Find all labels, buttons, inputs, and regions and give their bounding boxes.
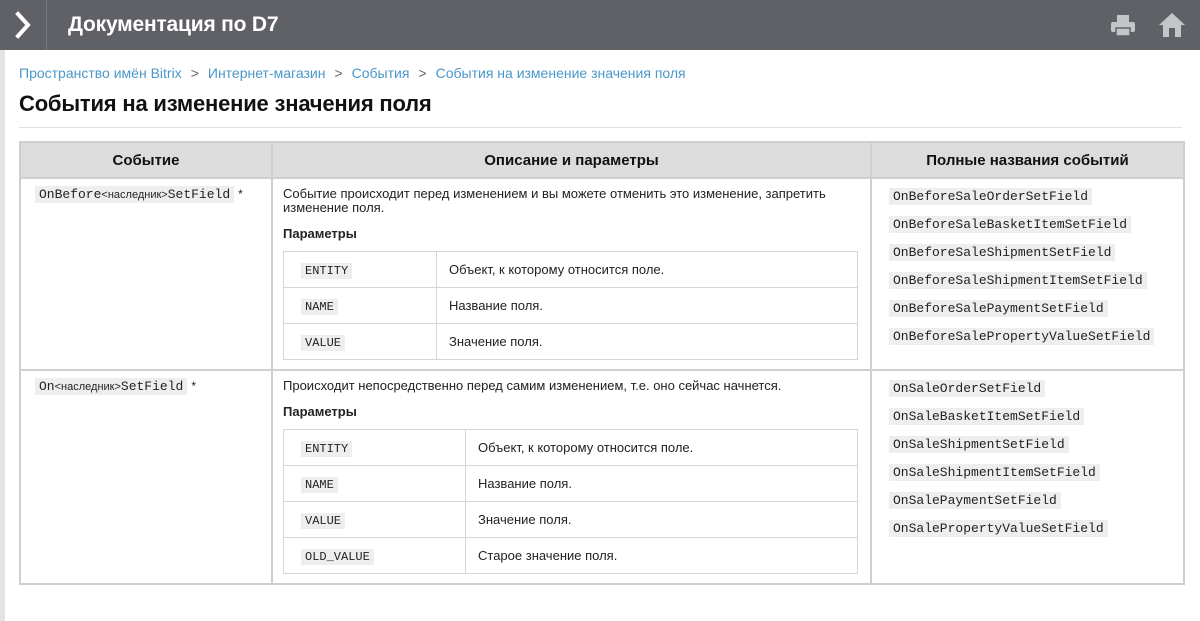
event-prefix: OnBefore — [39, 187, 102, 202]
description-cell: Событие происходит перед изменением и вы… — [273, 179, 870, 369]
param-name: ENTITY — [301, 440, 353, 457]
full-event-name: OnBeforeSaleOrderSetField — [889, 188, 1093, 205]
event-prefix: On — [39, 379, 55, 394]
title-divider — [19, 127, 1182, 128]
table-row: VALUE Значение поля. — [284, 324, 857, 359]
breadcrumb-link-bitrix[interactable]: Пространство имён Bitrix — [19, 65, 182, 81]
event-cell: On<наследник>SetField * — [21, 371, 271, 583]
full-event-name: OnSalePaymentSetField — [889, 492, 1061, 509]
param-name: ENTITY — [301, 262, 353, 279]
footnote-mark: * — [191, 379, 196, 393]
top-bar: Документация по D7 — [0, 0, 1200, 50]
table-header-row: Событие Описание и параметры Полные назв… — [21, 143, 1183, 177]
param-desc: Значение поля. — [466, 502, 857, 537]
table-row: ENTITY Объект, к которому относится поле. — [284, 252, 857, 287]
home-icon — [1159, 13, 1185, 37]
print-icon — [1111, 15, 1135, 36]
breadcrumb-link-eshop[interactable]: Интернет-магазин — [208, 65, 326, 81]
param-name: VALUE — [301, 334, 346, 351]
chevron-right-icon — [15, 11, 31, 39]
table-row: OnBefore<наследник>SetField * Событие про… — [21, 179, 1183, 369]
full-event-name: OnSaleBasketItemSetField — [889, 408, 1085, 425]
breadcrumb-link-current[interactable]: События на изменение значения поля — [436, 65, 686, 81]
params-table: ENTITY Объект, к которому относится поле.… — [283, 251, 858, 360]
app-title: Документация по D7 — [68, 13, 279, 36]
param-desc: Объект, к которому относится поле. — [466, 430, 857, 465]
table-row: NAME Название поля. — [284, 466, 857, 501]
param-name: OLD_VALUE — [301, 548, 374, 565]
param-desc: Название поля. — [466, 466, 857, 501]
page-title: События на изменение значения поля — [19, 91, 432, 116]
footnote-mark: * — [238, 187, 243, 201]
param-desc: Название поля. — [437, 288, 857, 323]
full-names-cell: OnBeforeSaleOrderSetField OnBeforeSaleBa… — [872, 179, 1183, 369]
table-row: NAME Название поля. — [284, 288, 857, 323]
full-names-cell: OnSaleOrderSetField OnSaleBasketItemSetF… — [872, 371, 1183, 583]
param-desc: Старое значение поля. — [466, 538, 857, 573]
column-header-full-names: Полные названия событий — [872, 143, 1183, 177]
full-event-name: OnBeforeSalePropertyValueSetField — [889, 328, 1155, 345]
full-event-name: OnBeforeSaleShipmentItemSetField — [889, 272, 1147, 289]
table-row: VALUE Значение поля. — [284, 502, 857, 537]
params-heading: Параметры — [283, 226, 357, 241]
event-code: OnBefore<наследник>SetField — [35, 186, 235, 203]
full-event-name: OnSaleOrderSetField — [889, 380, 1046, 397]
event-cell: OnBefore<наследник>SetField * — [21, 179, 271, 369]
param-desc: Объект, к которому относится поле. — [437, 252, 857, 287]
breadcrumb-link-events[interactable]: События — [352, 65, 410, 81]
column-header-event: Событие — [21, 143, 271, 177]
breadcrumb-separator: > — [190, 65, 199, 81]
event-code: On<наследник>SetField — [35, 378, 188, 395]
param-name: NAME — [301, 298, 338, 315]
param-name: VALUE — [301, 512, 346, 529]
event-inner: <наследник> — [54, 381, 121, 393]
full-event-name: OnSalePropertyValueSetField — [889, 520, 1108, 537]
table-row: On<наследник>SetField * Происходит непоср… — [21, 371, 1183, 583]
nav-toggle-button[interactable] — [0, 0, 47, 50]
table-row: ENTITY Объект, к которому относится поле. — [284, 430, 857, 465]
breadcrumb: Пространство имён Bitrix > Интернет-магази… — [19, 65, 686, 81]
event-suffix: SetField — [120, 379, 184, 394]
table-row: OLD_VALUE Старое значение поля. — [284, 538, 857, 573]
event-suffix: SetField — [167, 187, 231, 202]
description-cell: Происходит непосредственно перед самим и… — [273, 371, 870, 583]
full-event-name: OnBeforeSaleBasketItemSetField — [889, 216, 1132, 233]
full-event-name: OnBeforeSalePaymentSetField — [889, 300, 1108, 317]
event-description: Происходит непосредственно перед самим и… — [283, 378, 782, 393]
column-header-description: Описание и параметры — [273, 143, 870, 177]
full-event-name: OnSaleShipmentSetField — [889, 436, 1069, 453]
home-button[interactable] — [1158, 12, 1186, 38]
full-event-name: OnSaleShipmentItemSetField — [889, 464, 1100, 481]
events-table: Событие Описание и параметры Полные назв… — [19, 141, 1185, 585]
breadcrumb-separator: > — [334, 65, 343, 81]
print-button[interactable] — [1110, 14, 1136, 36]
params-table: ENTITY Объект, к которому относится поле.… — [283, 429, 858, 574]
event-description: Событие происходит перед изменением и вы… — [283, 186, 826, 215]
params-heading: Параметры — [283, 404, 357, 419]
left-gutter — [0, 50, 5, 621]
full-event-name: OnBeforeSaleShipmentSetField — [889, 244, 1116, 261]
event-inner: <наследник> — [101, 189, 168, 201]
param-desc: Значение поля. — [437, 324, 857, 359]
breadcrumb-separator: > — [418, 65, 427, 81]
param-name: NAME — [301, 476, 338, 493]
